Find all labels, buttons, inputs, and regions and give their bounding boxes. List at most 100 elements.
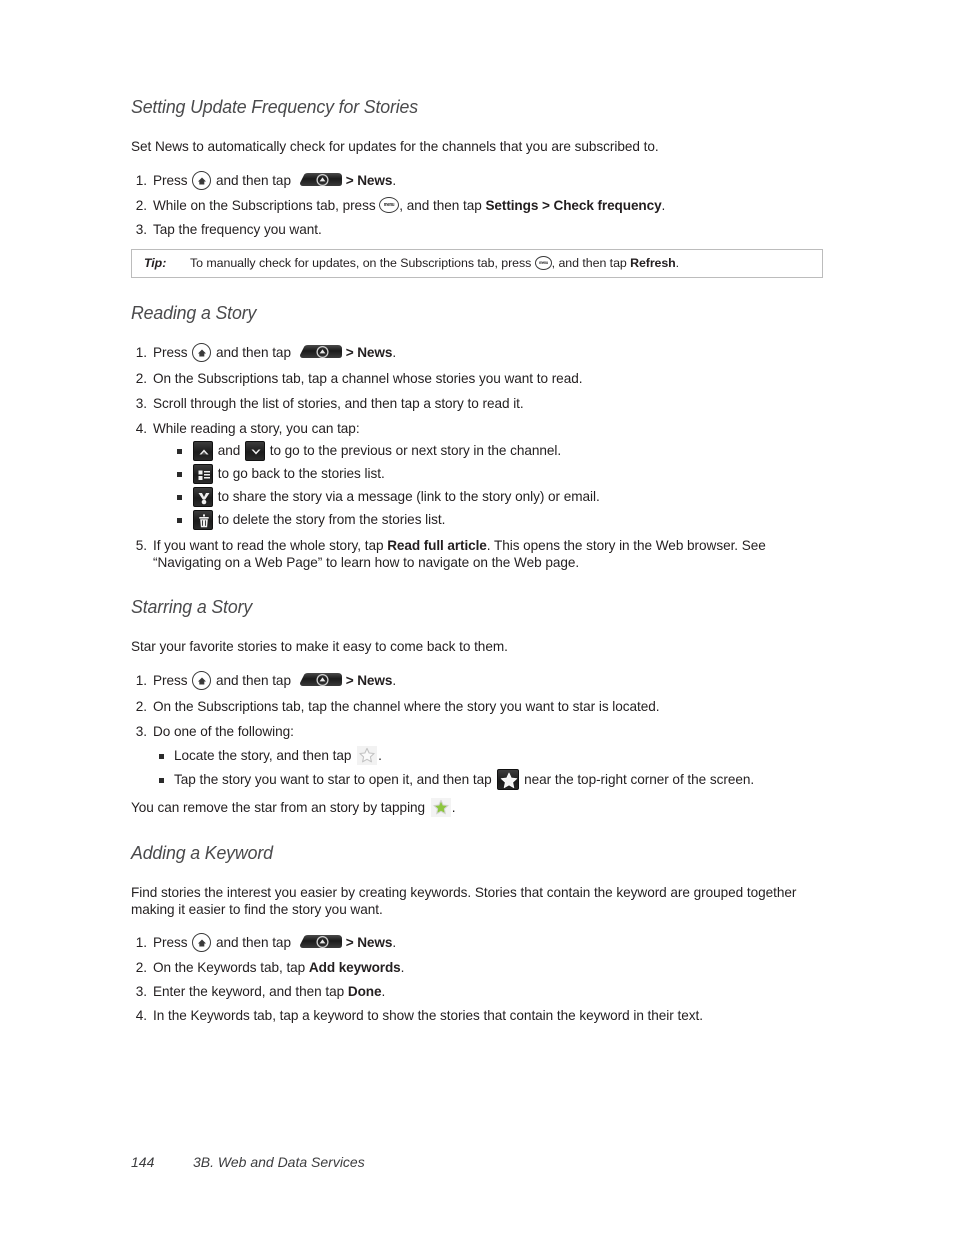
list-item: to go back to the stories list. (175, 464, 823, 485)
page-content: Setting Update Frequency for Stories Set… (131, 96, 823, 1024)
step-text-settings-check-frequency: Settings > Check frequency (485, 197, 662, 213)
step-item: 3. Tap the frequency you want. (131, 221, 823, 238)
heading-starring-a-story: Starring a Story (131, 595, 253, 617)
step-text-news: > News (345, 672, 393, 688)
menu-key-icon: menu (534, 255, 552, 270)
list-item-text: to go to the previous or next story in t… (265, 442, 562, 458)
step-text-period: . (392, 934, 397, 950)
step-number: 4. (135, 1007, 147, 1023)
steps-setting-update-frequency: 1. Press and then tap > News. 2. While o… (131, 170, 823, 238)
footer-chapter-title: 3B. Web and Data Services (193, 1154, 365, 1170)
steps-reading-a-story: 1. Press and then tap > News. 2. On the Su… (131, 342, 823, 571)
step-text: On the Subscriptions tab, tap a channel … (153, 370, 583, 386)
step-number: 3. (135, 983, 147, 999)
bullet-square (159, 753, 164, 759)
step-text-news: > News (345, 173, 393, 188)
home-key-icon (192, 342, 212, 362)
step-text-b: . (381, 983, 386, 999)
tip-text-refresh: Refresh (630, 255, 676, 270)
step-text-tap-frequency: Tap the frequency you want. (153, 221, 322, 237)
app-launcher-icon (298, 670, 344, 690)
steps-starring-a-story: 1. Press and then tap > News. 2. On the Su… (131, 670, 823, 791)
steps-adding-a-keyword: 1. Press and then tap > News. 2. On the Ke… (131, 932, 823, 1024)
list-item: and to go to the previous or next story … (175, 441, 823, 462)
bullet-square (159, 777, 164, 783)
heading-adding-a-keyword: Adding a Keyword (131, 841, 273, 863)
step-number: 5. (135, 537, 147, 553)
step-item: 3. Scroll through the list of stories, an… (131, 395, 823, 412)
step-item: 1. Press and then tap > News. (131, 170, 823, 190)
step-item: 1. Press and then tap > News. (131, 342, 823, 362)
intro-adding-a-keyword: Find stories the interest you easier by … (131, 884, 797, 917)
step-text-done: Done (347, 983, 382, 999)
home-key-icon (192, 932, 212, 952)
reading-actions-list: and to go to the previous or next story … (175, 441, 823, 531)
document-page: Setting Update Frequency for Stories Set… (0, 0, 954, 1235)
step-number: 1. (135, 344, 147, 360)
star-boxed-icon (497, 769, 520, 791)
bullet-square (177, 448, 182, 454)
step-text-and-then-tap: and then tap (212, 672, 295, 688)
list-item-text-b: near the top-right corner of the screen. (520, 771, 755, 787)
star-green-icon (430, 798, 451, 818)
tip-text-after: , and then tap (551, 255, 631, 270)
step-item: 1. Press and then tap > News. (131, 670, 823, 690)
step-text-and-then-tap: , and then tap (399, 197, 486, 213)
step-text-add-keywords: Add keywords (308, 959, 401, 975)
step-item: 3. Do one of the following: Locate the st… (131, 723, 823, 791)
intro-setting-update-frequency: Set News to automatically check for upda… (131, 139, 659, 154)
step-text-and-then-tap: and then tap (212, 173, 295, 188)
chevron-up-icon (193, 441, 213, 462)
starring-outro: You can remove the star from an story by… (131, 798, 823, 818)
starring-outro-text-b: . (451, 799, 456, 815)
starring-options-list: Locate the story, and then tap . Tap the… (157, 746, 823, 791)
step-number: 3. (135, 221, 147, 237)
list-view-icon (193, 464, 213, 485)
step-text-b: . (400, 959, 405, 975)
list-item: Locate the story, and then tap . (157, 746, 823, 766)
step-text-press: Press (153, 173, 192, 188)
step-number: 1. (135, 173, 147, 188)
star-outline-icon (357, 746, 378, 766)
step-number: 4. (135, 420, 147, 436)
step-text: On the Subscriptions tab, tap the channe… (153, 698, 660, 714)
list-item-text-end: . (378, 747, 382, 763)
starring-outro-text-a: You can remove the star from an story by… (131, 799, 429, 815)
list-item-text: to share the story via a message (link t… (214, 488, 600, 504)
list-item: to share the story via a message (link t… (175, 487, 823, 508)
footer-page-number: 144 (131, 1154, 155, 1170)
step-number: 2. (135, 370, 147, 386)
step-text-a: If you want to read the whole story, tap (153, 537, 388, 553)
home-key-icon (192, 170, 212, 190)
list-item: Tap the story you want to star to open i… (157, 769, 823, 791)
bullet-square (177, 494, 182, 500)
menu-key-label: menu (538, 259, 548, 265)
step-item: 1. Press and then tap > News. (131, 932, 823, 952)
app-launcher-icon (298, 932, 344, 952)
step-number: 2. (135, 959, 147, 975)
menu-key-icon: menu (379, 197, 400, 214)
step-text-read-full-article: Read full article (387, 537, 487, 553)
step-text: Scroll through the list of stories, and … (153, 395, 524, 411)
list-item-text: to go back to the stories list. (214, 465, 385, 481)
step-item: 3. Enter the keyword, and then tap Done. (131, 983, 823, 1000)
step-text-news: > News (345, 934, 393, 950)
page-footer: 144 3B. Web and Data Services (131, 1154, 365, 1170)
step-item: 4. In the Keywords tab, tap a keyword to … (131, 1007, 823, 1024)
step-number: 3. (135, 395, 147, 411)
share-icon (193, 487, 213, 508)
step-item: 5. If you want to read the whole story, t… (131, 537, 823, 571)
list-item-text: to delete the story from the stories lis… (214, 511, 446, 527)
list-item-text-and: and (214, 442, 244, 458)
step-item: 2. On the Subscriptions tab, tap the chan… (131, 698, 823, 715)
step-text-period: . (392, 173, 397, 188)
home-key-icon (192, 670, 212, 690)
step-number: 3. (135, 723, 147, 739)
list-item-text: Locate the story, and then tap (174, 747, 356, 763)
tip-text-end: . (675, 255, 680, 270)
step-text-and-then-tap: and then tap (212, 934, 295, 950)
trash-icon (193, 510, 213, 531)
step-text-news: > News (345, 344, 393, 360)
step-text-press: Press (153, 672, 192, 688)
step-item: 4. While reading a story, you can tap: an… (131, 420, 823, 531)
